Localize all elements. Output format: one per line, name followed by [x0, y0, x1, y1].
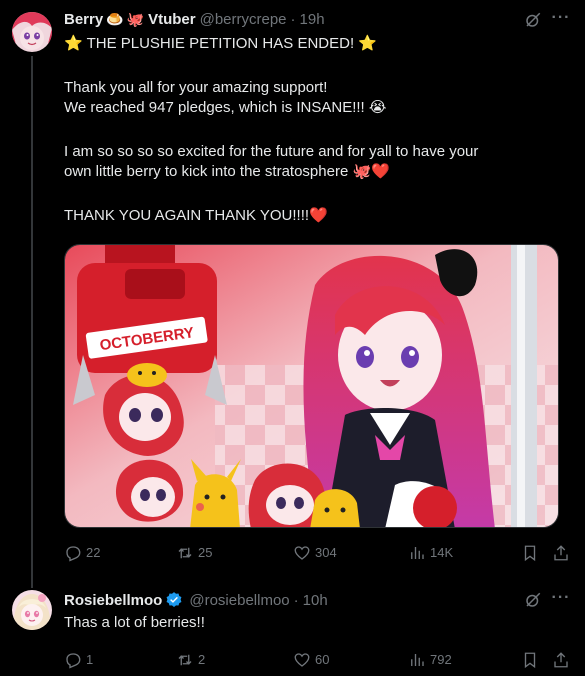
views-icon	[411, 654, 424, 666]
reply-button[interactable]: 1	[64, 650, 93, 670]
views-button[interactable]: 14K	[408, 543, 453, 563]
tweet-line	[64, 118, 478, 138]
views-button[interactable]: 792	[408, 650, 452, 670]
tweet-media-image[interactable]: OCTOBERRY	[64, 244, 559, 528]
reply-icon	[66, 546, 81, 562]
reply-author-name[interactable]: Rosiebellmoo	[64, 592, 162, 609]
repost-button[interactable]: 2	[176, 650, 205, 670]
reply-line: Thas a lot of berries!!	[64, 614, 205, 631]
heart-icon	[294, 653, 310, 667]
reply-count: 22	[86, 545, 101, 560]
grok-icon[interactable]	[523, 590, 543, 610]
timestamp[interactable]: 19h	[300, 11, 325, 28]
tweet-line: We reached 947 pledges, which is INSANE!…	[64, 99, 387, 116]
repost-count: 2	[198, 652, 206, 667]
octopus-emoji: 🐙	[126, 11, 145, 27]
tweet-line: ⭐ THE PLUSHIE PETITION HAS ENDED! ⭐	[64, 35, 377, 52]
tweet-line: I am so so so so excited for the future …	[64, 143, 479, 160]
separator-dot: ·	[293, 591, 299, 609]
heart-icon	[294, 546, 310, 560]
repost-count: 25	[198, 545, 213, 560]
author-handle[interactable]: @berrycrepe	[200, 11, 287, 28]
grok-icon[interactable]	[523, 10, 543, 30]
share-icon	[554, 652, 568, 668]
author-name[interactable]: Berry	[64, 11, 103, 28]
more-icon[interactable]: ···	[551, 8, 571, 28]
tweet-line	[64, 182, 478, 202]
like-button[interactable]: 60	[293, 650, 329, 670]
repost-button[interactable]: 25	[176, 543, 212, 563]
avatar-berry[interactable]	[12, 12, 52, 52]
reply-author-handle[interactable]: @rosiebellmoo	[189, 592, 289, 609]
repost-icon	[178, 654, 192, 666]
author-name-suffix[interactable]: Vtuber	[148, 11, 196, 28]
reply-body: Thas a lot of berries!!	[64, 613, 205, 633]
tweet-line: own little berry to kick into the strato…	[64, 163, 390, 180]
tweet-body: ⭐ THE PLUSHIE PETITION HAS ENDED! ⭐ Than…	[64, 34, 478, 226]
reply-icon	[66, 653, 81, 669]
flan-emoji: 🍮	[106, 11, 124, 27]
reply-actions: 1 2 60 792	[64, 650, 574, 670]
repost-icon	[178, 547, 192, 559]
thread-line	[31, 56, 33, 588]
tweet-header: Berry 🍮 🐙 Vtuber @berrycrepe · 19h	[64, 8, 325, 30]
tweet-line	[64, 54, 478, 74]
reply-count: 1	[86, 652, 94, 667]
views-icon	[411, 547, 424, 559]
views-count: 14K	[430, 545, 454, 560]
avatar-rosiebellmoo[interactable]	[12, 590, 52, 630]
bookmark-button[interactable]	[521, 650, 543, 670]
reply-button[interactable]: 22	[64, 543, 100, 563]
bookmark-icon	[524, 652, 536, 669]
bookmark-icon	[524, 545, 536, 562]
verified-badge-icon	[165, 591, 183, 609]
like-button[interactable]: 304	[293, 543, 337, 563]
reply-header: Rosiebellmoo @rosiebellmoo · 10h	[64, 589, 328, 611]
share-button[interactable]	[552, 543, 574, 563]
tweet-actions: 22 25 304 14K	[64, 543, 574, 563]
bookmark-button[interactable]	[521, 543, 543, 563]
like-count: 304	[315, 545, 337, 560]
more-icon[interactable]: ···	[551, 588, 571, 608]
tweet-line: Thank you all for your amazing support!	[64, 79, 328, 96]
separator-dot: ·	[290, 10, 296, 28]
reply-timestamp[interactable]: 10h	[303, 592, 328, 609]
share-icon	[554, 545, 568, 561]
like-count: 60	[315, 652, 330, 667]
tweet-line: THANK YOU AGAIN THANK YOU!!!!❤️	[64, 207, 328, 224]
views-count: 792	[430, 652, 452, 667]
share-button[interactable]	[552, 650, 574, 670]
